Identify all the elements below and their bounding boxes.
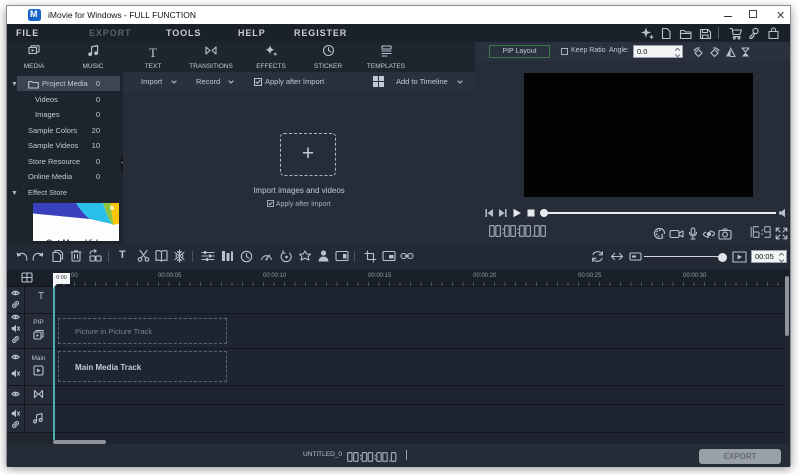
svg-text:Get More Video: Get More Video xyxy=(46,238,108,242)
